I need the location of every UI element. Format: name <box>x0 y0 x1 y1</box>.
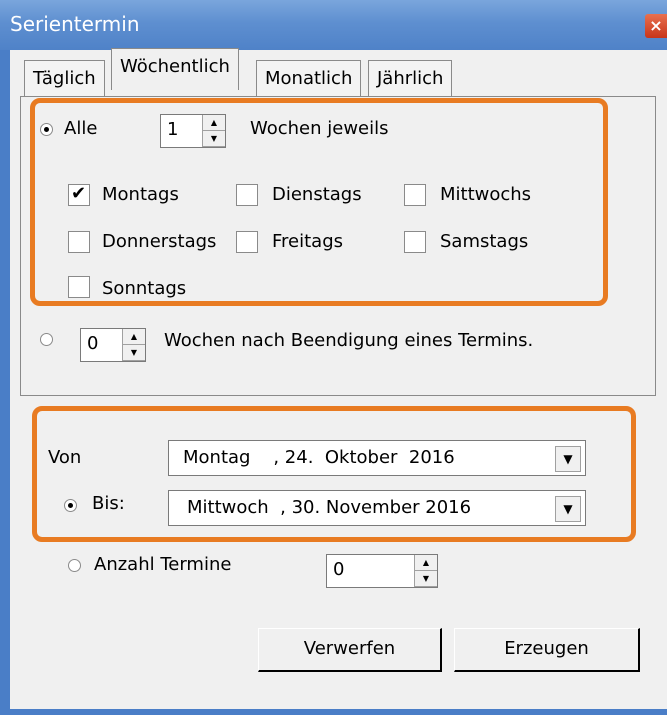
interval-value: 1 <box>167 119 179 140</box>
radio-bis[interactable] <box>64 499 77 512</box>
label-dienstags: Dienstags <box>272 184 362 205</box>
after-weeks-value: 0 <box>87 333 99 354</box>
stepper-up-icon[interactable]: ▲ <box>415 555 437 571</box>
checkbox-freitags[interactable] <box>236 231 258 253</box>
tab-woechentlich[interactable]: Wöchentlich <box>111 48 239 90</box>
label-sonntags: Sonntags <box>102 278 187 299</box>
tab-taeglich[interactable]: Täglich <box>24 60 105 96</box>
stepper-down-icon[interactable]: ▼ <box>203 131 225 147</box>
tab-jaehrlich[interactable]: Jährlich <box>368 60 453 96</box>
von-date-picker[interactable]: Montag , 24. Oktober 2016 ▼ <box>168 440 586 476</box>
dropdown-arrow-icon[interactable]: ▼ <box>555 446 581 472</box>
label-montags: Montags <box>102 184 179 205</box>
radio-after-termination[interactable] <box>40 333 53 346</box>
alle-label: Alle <box>64 118 98 139</box>
von-date-value: Montag , 24. Oktober 2016 <box>183 447 455 468</box>
stepper-down-icon[interactable]: ▼ <box>123 345 145 361</box>
checkbox-sonntags[interactable] <box>68 276 90 298</box>
radio-alle[interactable] <box>40 123 53 136</box>
stepper-up-icon[interactable]: ▲ <box>123 329 145 345</box>
after-weeks-stepper[interactable]: 0 ▲ ▼ <box>80 328 146 362</box>
window-title: Serientermin <box>10 12 140 36</box>
bis-label: Bis: <box>92 493 125 514</box>
erzeugen-button[interactable]: Erzeugen <box>454 628 640 672</box>
dialog-window: Serientermin × Täglich Wöchentlich Monat… <box>0 0 667 715</box>
stepper-up-icon[interactable]: ▲ <box>203 115 225 131</box>
checkbox-samstags[interactable] <box>404 231 426 253</box>
stepper-down-icon[interactable]: ▼ <box>415 571 437 587</box>
dialog-client-area: Täglich Wöchentlich Monatlich Jährlich A… <box>10 48 667 709</box>
bis-date-value: Mittwoch , 30. November 2016 <box>187 497 472 518</box>
checkbox-montags[interactable] <box>68 183 90 206</box>
checkbox-dienstags[interactable] <box>236 184 258 206</box>
label-donnerstags: Donnerstags <box>102 231 217 252</box>
tab-monatlich[interactable]: Monatlich <box>256 60 362 96</box>
von-label: Von <box>48 447 82 468</box>
anzahl-termine-stepper[interactable]: 0 ▲ ▼ <box>326 554 438 588</box>
after-termination-label: Wochen nach Beendigung eines Termins. <box>164 330 534 351</box>
anzahl-termine-value: 0 <box>333 559 345 580</box>
checkbox-mittwochs[interactable] <box>404 184 426 206</box>
title-bar[interactable]: Serientermin × <box>0 0 667 50</box>
interval-stepper[interactable]: 1 ▲ ▼ <box>160 114 226 148</box>
label-freitags: Freitags <box>272 231 344 252</box>
label-samstags: Samstags <box>440 231 529 252</box>
anzahl-termine-label: Anzahl Termine <box>94 554 232 575</box>
verwerfen-button[interactable]: Verwerfen <box>258 628 442 672</box>
label-mittwochs: Mittwochs <box>440 184 532 205</box>
wochen-jeweils-label: Wochen jeweils <box>250 118 389 139</box>
close-icon[interactable]: × <box>645 14 667 38</box>
dropdown-arrow-icon[interactable]: ▼ <box>555 496 581 522</box>
radio-anzahl-termine[interactable] <box>68 559 81 572</box>
bis-date-picker[interactable]: Mittwoch , 30. November 2016 ▼ <box>168 490 586 526</box>
checkbox-donnerstags[interactable] <box>68 231 90 253</box>
